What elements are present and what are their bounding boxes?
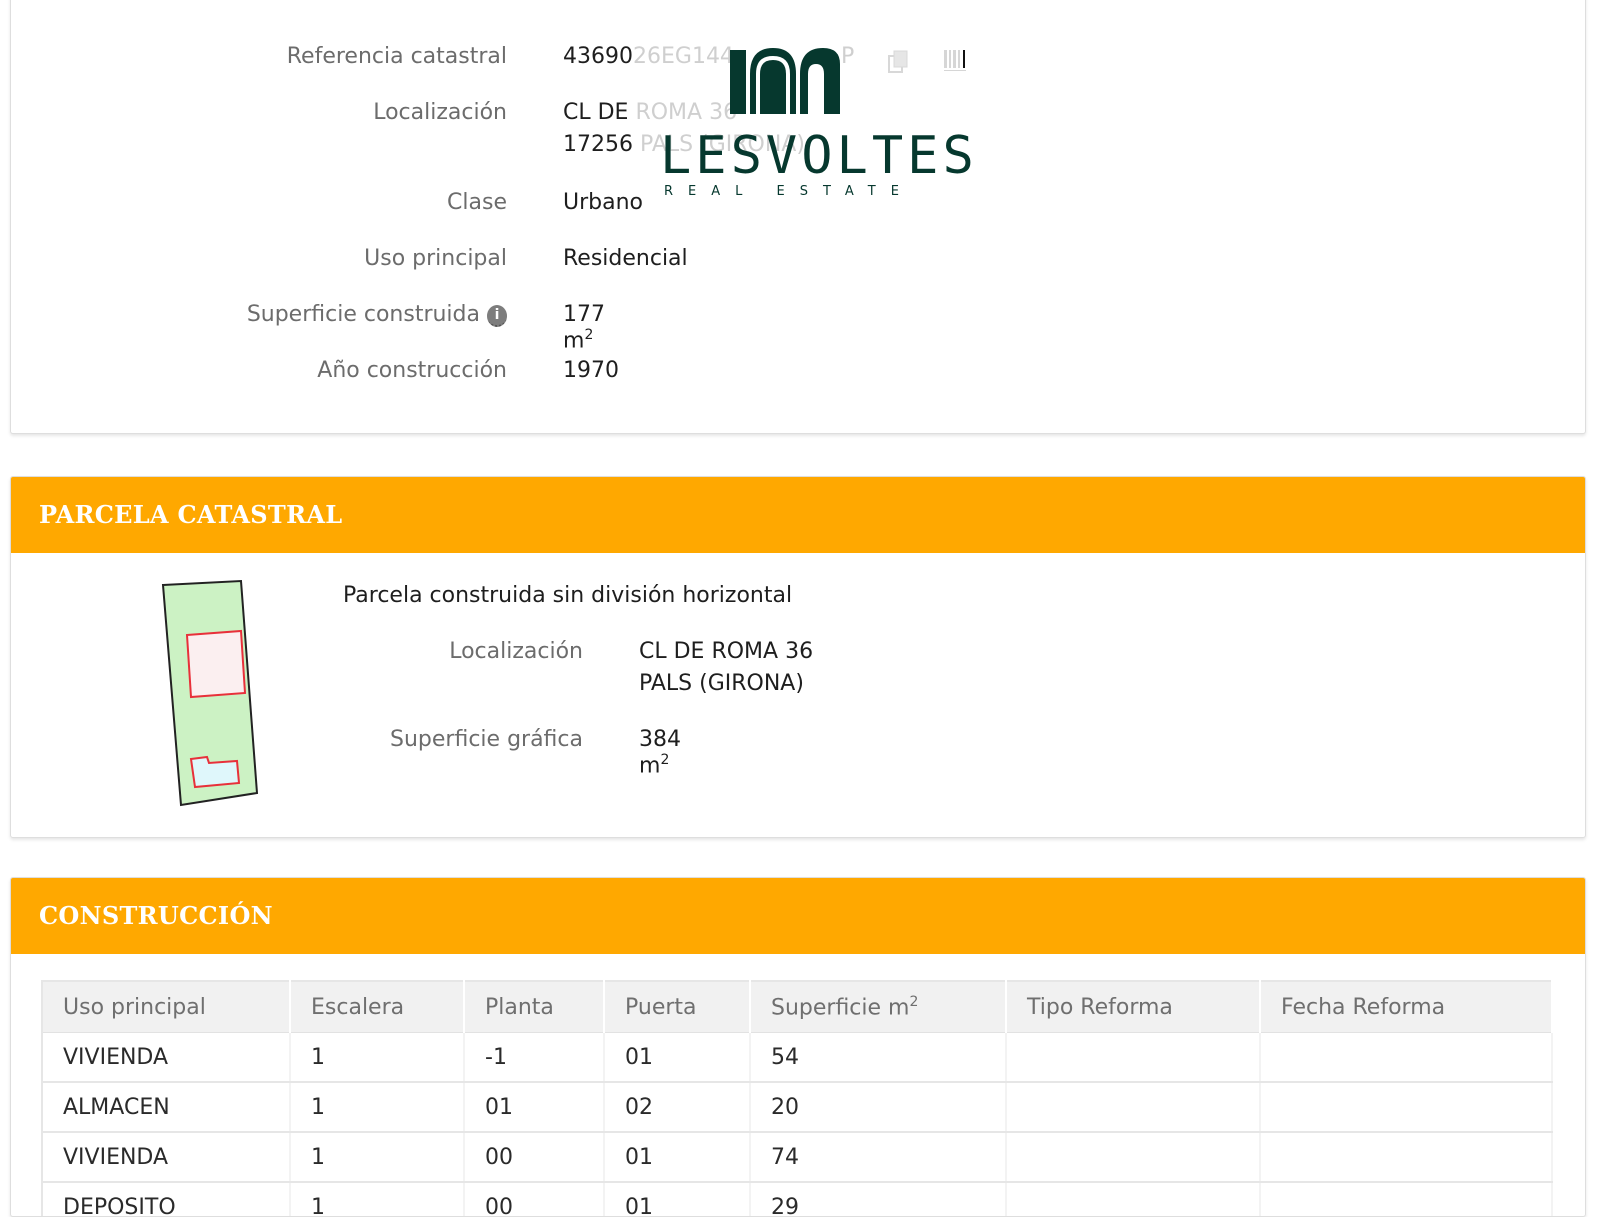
superficie-construida-value: 177 m2 [563,302,605,353]
logo-wordmark: LESVOLTES [660,126,978,186]
col-planta: Planta [464,981,605,1033]
cell-puerta: 01 [604,1132,751,1183]
table-row: ALMACEN 1 01 02 20 [42,1082,1553,1133]
cell-fecha-reforma [1260,1082,1553,1133]
uso-principal-label: Uso principal [364,246,507,271]
col-escalera: Escalera [290,981,465,1033]
parcela-catastral-panel: PARCELA CATASTRAL Parcela construida sin… [10,476,1586,838]
parcela-description: Parcela construida sin división horizont… [343,583,793,608]
cell-superficie: 74 [750,1132,1007,1183]
cell-planta: -1 [464,1032,605,1083]
col-uso-principal: Uso principal [42,981,291,1033]
superficie-construida-label: Superficie construida i [161,302,507,327]
superficie-grafica-label: Superficie gráfica [390,727,583,752]
info-icon[interactable]: i [487,305,507,327]
lesvoltes-logo: LESVOLTES REAL ESTATE [660,44,974,204]
cell-planta: 00 [464,1132,605,1183]
building-main [185,629,247,699]
cell-escalera: 1 [290,1032,465,1083]
sup-unit-superscript: 2 [584,327,594,343]
loc-line1-visible: CL DE [563,100,629,125]
loc-line2-visible: 17256 [563,132,633,157]
cell-superficie: 20 [750,1082,1007,1133]
anio-construccion-label: Año construcción [317,358,507,383]
uso-principal-value: Residencial [563,246,688,271]
parcela-loc-line2: PALS (GIRONA) [639,671,804,696]
cell-uso: VIVIENDA [42,1132,291,1183]
cell-planta: 01 [464,1082,605,1133]
table-row: VIVIENDA 1 00 01 74 [42,1132,1553,1183]
arches-logo-mark [730,48,840,114]
cell-superficie: 54 [750,1032,1007,1083]
construccion-table: Uso principal Escalera Planta Puerta Sup… [41,980,1553,1216]
cell-uso: VIVIENDA [42,1032,291,1083]
cell-tipo-reforma [1006,1032,1261,1083]
clase-label: Clase [447,190,507,215]
clase-value: Urbano [563,190,643,215]
cell-escalera: 1 [290,1082,465,1133]
cell-escalera: 1 [290,1132,465,1183]
col-fecha-reforma: Fecha Reforma [1260,981,1553,1033]
parcela-localizacion-label: Localización [449,639,583,664]
parcel-map-thumbnail[interactable] [151,577,281,817]
cell-fecha-reforma [1260,1132,1553,1183]
col-superficie-text: Superficie m [771,995,910,1021]
parcela-header: PARCELA CATASTRAL [11,477,1585,553]
localizacion-label: Localización [373,100,507,125]
table-row: VIVIENDA 1 -1 01 54 [42,1032,1553,1083]
cell-puerta: 02 [604,1082,751,1133]
col-superficie-superscript: 2 [909,993,919,1010]
col-superficie: Superficie m2 [750,981,1007,1033]
anio-construccion-value: 1970 [563,358,619,383]
ref-catastral-visible: 43690 [563,44,633,69]
cell-fecha-reforma [1260,1032,1553,1083]
cell-tipo-reforma [1006,1132,1261,1183]
cell-puerta: 01 [604,1032,751,1083]
construccion-header: CONSTRUCCIÓN [11,878,1585,954]
col-tipo-reforma: Tipo Reforma [1006,981,1261,1033]
superficie-grafica-value: 384 m2 [639,727,681,778]
table-header-row: Uso principal Escalera Planta Puerta Sup… [42,981,1553,1033]
col-puerta: Puerta [604,981,751,1033]
ref-catastral-label: Referencia catastral [286,44,507,69]
cell-uso: ALMACEN [42,1082,291,1133]
sup-grafica-superscript: 2 [660,752,670,768]
logo-tagline: REAL ESTATE [664,184,914,199]
construccion-panel: CONSTRUCCIÓN Uso principal Escalera Plan… [10,877,1586,1217]
cell-tipo-reforma [1006,1082,1261,1133]
parcela-loc-line1: CL DE ROMA 36 [639,639,814,664]
superficie-construida-text: Superficie construida [246,302,480,327]
